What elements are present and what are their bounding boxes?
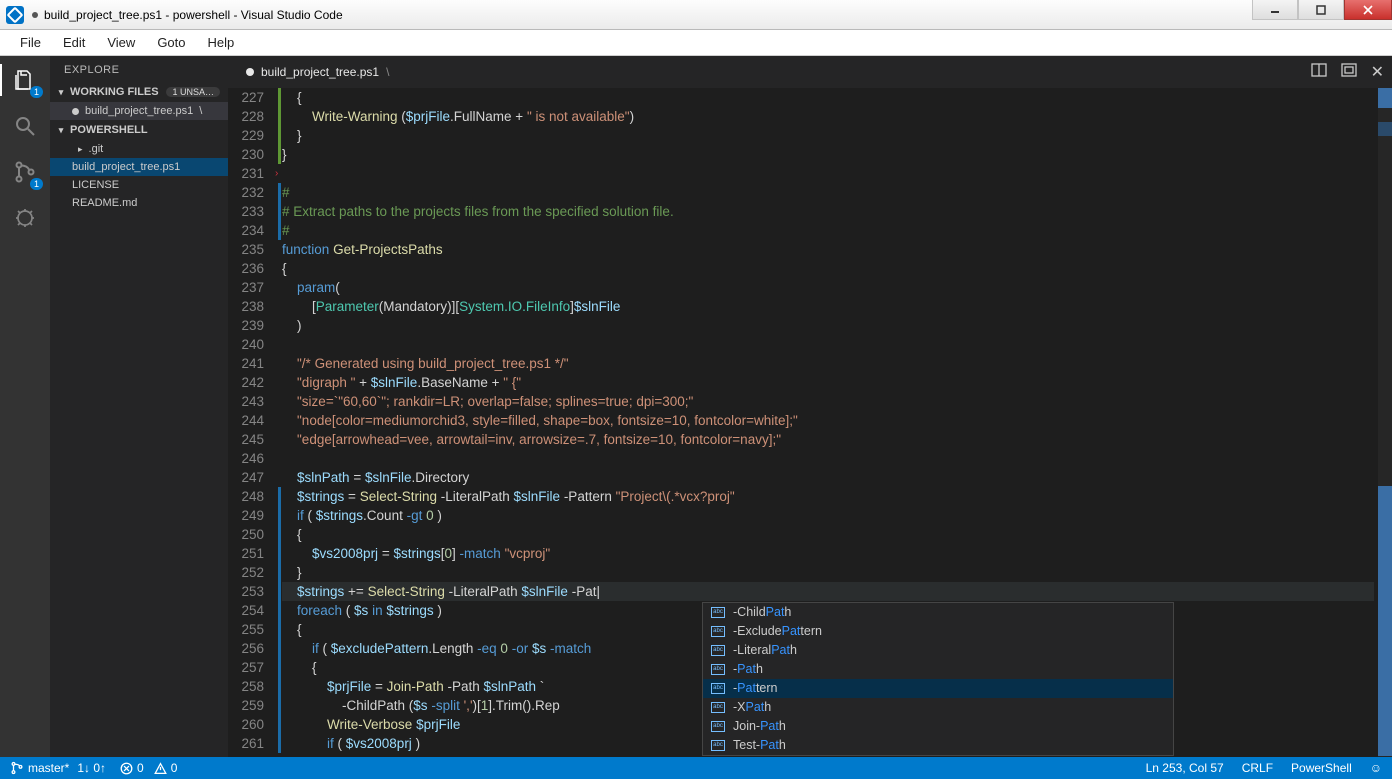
chevron-right-icon: ▸	[78, 144, 83, 155]
menubar: File Edit View Goto Help	[0, 30, 1392, 56]
folder-item-git[interactable]: ▸ .git	[50, 140, 228, 158]
tab-title: build_project_tree.ps1	[261, 65, 379, 79]
editor: build_project_tree.ps1 \ ✕ 2272282292302…	[228, 56, 1392, 757]
folder-name: .git	[89, 143, 104, 155]
file-name: build_project_tree.ps1	[72, 161, 180, 173]
status-bar: master* 1↓ 0↑ 0 0 Ln 253, Col 57 CRLF Po…	[0, 757, 1392, 779]
intellisense-item[interactable]: abcJoin-Path	[703, 717, 1173, 736]
editor-tab-bar: build_project_tree.ps1 \ ✕	[228, 56, 1392, 88]
close-tab-icon[interactable]: ✕	[1371, 62, 1384, 82]
folder-section-label: POWERSHELL	[70, 124, 148, 136]
editor-tab[interactable]: build_project_tree.ps1 \	[238, 56, 397, 88]
error-count: 0	[137, 761, 144, 775]
file-item-build-project-tree[interactable]: build_project_tree.ps1	[50, 158, 228, 176]
chevron-down-icon: ▾	[56, 125, 66, 136]
file-item-license[interactable]: LICENSE	[50, 176, 228, 194]
maximize-button[interactable]	[1298, 0, 1344, 20]
abc-icon: abc	[711, 740, 725, 751]
activity-git[interactable]: 1	[11, 158, 39, 186]
git-branch-status[interactable]: master* 1↓ 0↑	[10, 761, 106, 775]
git-badge: 1	[30, 178, 43, 190]
menu-goto[interactable]: Goto	[147, 32, 195, 53]
file-name: README.md	[72, 197, 137, 209]
minimize-button[interactable]	[1252, 0, 1298, 20]
language-mode[interactable]: PowerShell	[1291, 761, 1352, 775]
activity-search[interactable]	[11, 112, 39, 140]
file-item-readme[interactable]: README.md	[50, 194, 228, 212]
problems-status[interactable]: 0 0	[120, 761, 177, 775]
abc-icon: abc	[711, 683, 725, 694]
branch-name: master*	[28, 761, 69, 775]
window-title: build_project_tree.ps1 - powershell - Vi…	[44, 8, 343, 22]
tab-path-trunc: \	[386, 65, 389, 79]
feedback-icon[interactable]: ☺	[1370, 761, 1382, 775]
more-actions-icon[interactable]	[1341, 62, 1357, 82]
line-number-gutter: 2272282292302312322332342352362372382392…	[228, 88, 278, 757]
abc-icon: abc	[711, 607, 725, 618]
intellisense-item[interactable]: abcTest-Path	[703, 736, 1173, 755]
activity-debug[interactable]	[11, 204, 39, 232]
code-area[interactable]: 2272282292302312322332342352362372382392…	[228, 88, 1392, 757]
abc-icon: abc	[711, 664, 725, 675]
intellisense-item[interactable]: abc-Pattern	[703, 679, 1173, 698]
intellisense-item[interactable]: abc-XPath	[703, 698, 1173, 717]
abc-icon: abc	[711, 721, 725, 732]
abc-icon: abc	[711, 702, 725, 713]
menu-file[interactable]: File	[10, 32, 51, 53]
explorer-badge: 1	[30, 86, 43, 98]
working-files-label: WORKING FILES	[70, 86, 159, 98]
window-titlebar: build_project_tree.ps1 - powershell - Vi…	[0, 0, 1392, 30]
sidebar-title: EXPLORE	[50, 56, 228, 82]
intellisense-item[interactable]: abc-Path	[703, 660, 1173, 679]
dirty-indicator-icon	[32, 12, 38, 18]
eol-indicator[interactable]: CRLF	[1242, 761, 1273, 775]
menu-view[interactable]: View	[97, 32, 145, 53]
dirty-dot-icon	[72, 108, 79, 115]
minimap-scrollbar[interactable]	[1374, 88, 1392, 757]
menu-edit[interactable]: Edit	[53, 32, 95, 53]
vscode-icon	[6, 6, 24, 24]
abc-icon: abc	[711, 626, 725, 637]
folder-header[interactable]: ▾ POWERSHELL	[50, 120, 228, 140]
intellisense-item[interactable]: abc-ChildPath	[703, 603, 1173, 622]
split-editor-icon[interactable]	[1311, 62, 1327, 82]
intellisense-popup[interactable]: abc-ChildPathabc-ExcludePatternabc-Liter…	[702, 602, 1174, 756]
working-files-header[interactable]: ▾ WORKING FILES 1 UNSA…	[50, 82, 228, 102]
working-file-name: build_project_tree.ps1	[85, 105, 193, 117]
unsaved-badge: 1 UNSA…	[166, 87, 220, 97]
intellisense-item[interactable]: abc-ExcludePattern	[703, 622, 1173, 641]
dirty-dot-icon	[246, 68, 254, 76]
cursor-position[interactable]: Ln 253, Col 57	[1146, 761, 1224, 775]
activity-explorer[interactable]: 1	[11, 66, 39, 94]
working-file-item[interactable]: build_project_tree.ps1 \	[50, 102, 228, 120]
sidebar: EXPLORE ▾ WORKING FILES 1 UNSA… build_pr…	[50, 56, 228, 757]
path-trunc: \	[199, 105, 202, 117]
file-name: LICENSE	[72, 179, 119, 191]
menu-help[interactable]: Help	[198, 32, 245, 53]
intellisense-item[interactable]: abc-LiteralPath	[703, 641, 1173, 660]
abc-icon: abc	[711, 645, 725, 656]
activity-bar: 1 1	[0, 56, 50, 757]
sync-status: 1↓ 0↑	[77, 761, 106, 775]
warning-count: 0	[171, 761, 178, 775]
chevron-down-icon: ▾	[56, 87, 66, 98]
close-button[interactable]	[1344, 0, 1392, 20]
